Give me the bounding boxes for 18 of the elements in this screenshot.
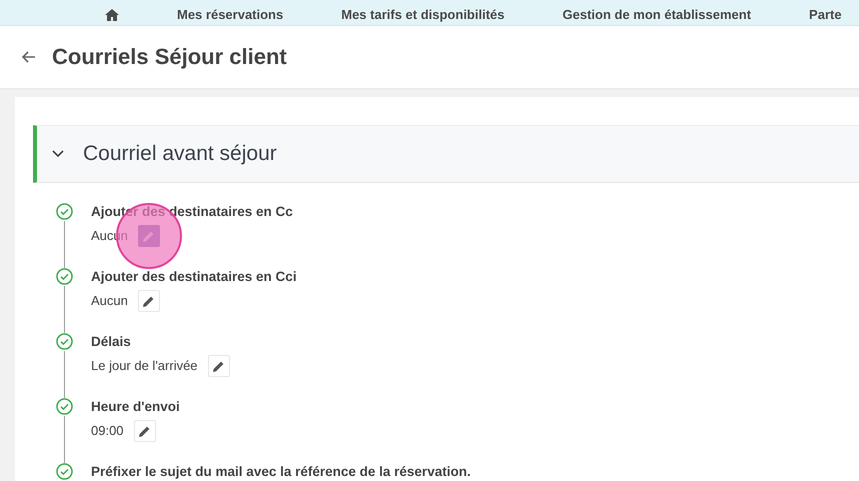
step-title: Ajouter des destinataires en Cci bbox=[91, 268, 297, 286]
nav-link-item[interactable]: Parte bbox=[809, 8, 842, 21]
step-value: 09:00 bbox=[91, 422, 124, 440]
step-title: Délais bbox=[91, 333, 132, 351]
nav-link-item[interactable]: Mes tarifs et disponibilités bbox=[341, 8, 504, 21]
section-title: Courriel avant séjour bbox=[83, 141, 277, 168]
home-icon[interactable] bbox=[105, 9, 119, 21]
nav-link-item[interactable]: Mes réservations bbox=[177, 8, 284, 21]
step-title: Préfixer le sujet du mail avec la référence de la réservation. bbox=[91, 463, 471, 481]
step-value: Le jour de l'arrivée bbox=[91, 357, 198, 376]
page-title: Courriels Séjour client bbox=[52, 44, 287, 70]
nav-link-item[interactable]: Gestion de mon établissement bbox=[562, 8, 752, 21]
step-title: Heure d'envoi bbox=[91, 398, 180, 416]
pencil-icon bbox=[142, 294, 156, 308]
pencil-icon bbox=[138, 424, 152, 438]
step-value: Aucun bbox=[91, 292, 128, 310]
pencil-icon bbox=[212, 360, 226, 372]
chevron-down-icon[interactable] bbox=[51, 149, 65, 159]
